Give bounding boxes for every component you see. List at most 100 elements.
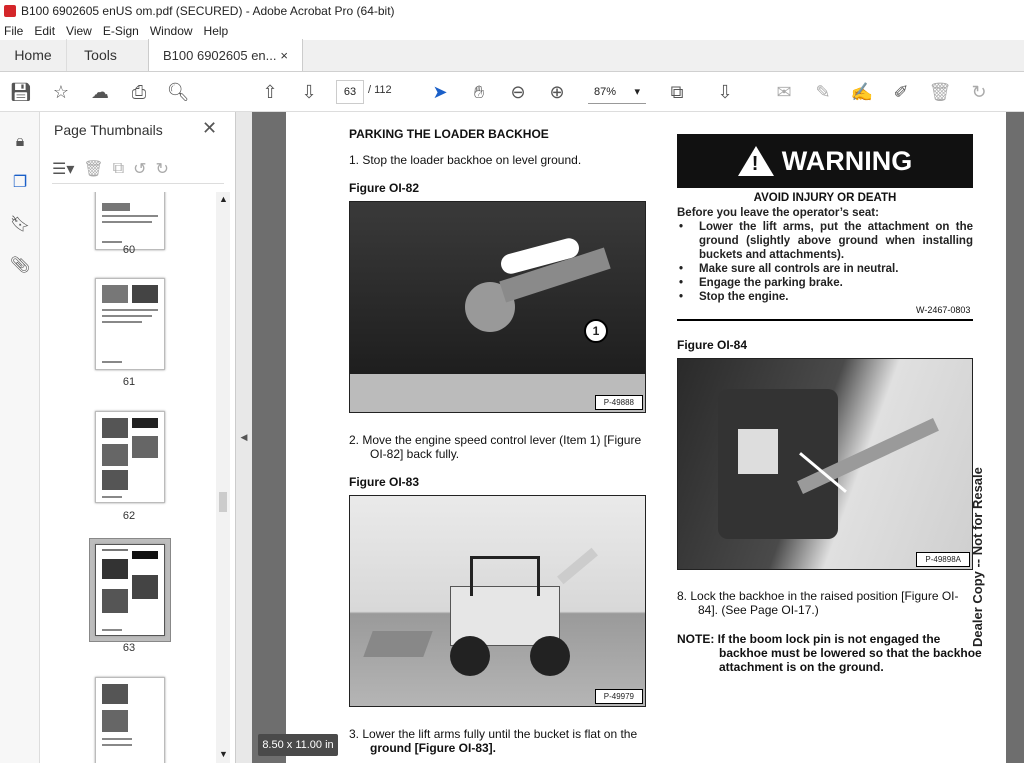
delete-icon[interactable]: 🗑︎ (928, 80, 952, 104)
photo-number: P-49888 (594, 395, 643, 410)
zoom-out-icon[interactable]: ⊖ (506, 80, 530, 104)
menu-file[interactable]: File (4, 24, 23, 38)
menu-window[interactable]: Window (150, 24, 193, 38)
warning-title: WARNING (781, 145, 913, 176)
thumbnail-page-63[interactable] (95, 544, 165, 636)
warning-subtitle: AVOID INJURY OR DEATH (753, 192, 897, 204)
scroll-mode-icon[interactable]: ⇩ (713, 80, 737, 104)
rotate-left-icon[interactable]: ↺ (133, 159, 146, 179)
tab-document-label: B100 6902605 en... (163, 47, 277, 63)
bookmark-icon[interactable]: 🔖︎ (8, 212, 32, 236)
thumbnail-scrollbar[interactable]: ▲ ▼ (216, 192, 230, 763)
attachment-icon[interactable]: 📎︎ (8, 253, 32, 277)
zoom-in-icon[interactable]: ⊕ (545, 80, 569, 104)
thumbnail-label: 60 (122, 244, 136, 256)
step-2-line-2: OI-82] back fully. (370, 447, 460, 461)
page-thumbnails-icon[interactable]: ❐ (8, 170, 32, 194)
left-rail: 🔒︎ ❐ 🔖︎ 📎︎ (0, 112, 40, 763)
scroll-up-icon[interactable]: ▲ (219, 194, 228, 204)
menu-help[interactable]: Help (204, 24, 229, 38)
main-toolbar: 💾︎ ☆ ☁ ⎙ 🔍︎ ⇧ ⇩ ➤ ✋︎ ⊖ ⊕ ⧉ ⇩ ✉ ✎ ✍ ✐ 🗑︎ … (0, 72, 1024, 112)
panel-toolbar: ☰▾ 🗑︎ ⧉ ↺ ↻ (52, 154, 224, 184)
warning-item: Lower the lift arms, put the attachment … (677, 220, 973, 262)
comment-icon[interactable]: ✉ (772, 80, 796, 104)
highlight-icon[interactable]: ✎ (811, 80, 835, 104)
chevron-down-icon: ▾ (634, 86, 640, 98)
menu-edit[interactable]: Edit (34, 24, 55, 38)
step-3-line-2: ground [Figure OI-83]. (370, 741, 496, 755)
figure-label: Figure OI-84 (677, 338, 748, 352)
hand-tool-icon[interactable]: ✋︎ (467, 80, 491, 104)
step-8-line-2: 84]. (See Page OI-17.) (698, 603, 819, 617)
page-display-icon[interactable]: ⧉ (665, 80, 689, 104)
zoom-select[interactable]: 87% ▾ (588, 80, 646, 104)
delete-page-icon[interactable]: 🗑︎ (83, 159, 103, 179)
photo-number: P-49979 (594, 689, 643, 704)
select-cursor-icon[interactable]: ➤ (428, 80, 452, 104)
note-line-3: attachment is on the ground. (719, 660, 884, 674)
figure-label: Figure OI-82 (349, 181, 420, 195)
document-page: PARKING THE LOADER BACKHOE 1. Stop the l… (286, 112, 1006, 763)
options-icon[interactable]: ☰▾ (52, 159, 74, 179)
search-icon[interactable]: 🔍︎ (166, 80, 190, 104)
collapse-panel-button[interactable]: ◀ (236, 112, 252, 763)
previous-page-icon[interactable]: ⇧ (258, 80, 282, 104)
note-line-1: NOTE: If the boom lock pin is not engage… (677, 632, 941, 646)
warning-icon: ! (737, 146, 774, 176)
star-icon[interactable]: ☆ (49, 80, 73, 104)
panel-title: Page Thumbnails (54, 122, 163, 138)
thumbnail-label: 61 (122, 376, 136, 388)
callout-marker: 1 (584, 319, 608, 343)
step-2-line-1: 2. Move the engine speed control lever (… (349, 433, 642, 447)
page-size-badge: 8.50 x 11.00 in (258, 734, 338, 756)
save-icon[interactable]: 💾︎ (9, 80, 33, 104)
figure-oi-82-photo: 1 P-49888 (349, 201, 646, 413)
section-heading: PARKING THE LOADER BACKHOE (349, 127, 549, 141)
close-icon[interactable]: ✕ (202, 118, 217, 139)
tab-close-icon[interactable]: × (280, 48, 288, 63)
photo-number: P-49898A (916, 552, 970, 567)
title-bar: B100 6902605 enUS om.pdf (SECURED) - Ado… (0, 0, 1024, 22)
thumbnail-list: 60 61 62 63 (40, 192, 218, 763)
rotate-icon[interactable]: ↻ (967, 80, 991, 104)
warning-intro: Before you leave the operator’s seat: (677, 207, 879, 219)
thumbnail-page-61[interactable] (95, 278, 165, 370)
menu-esign[interactable]: E-Sign (103, 24, 139, 38)
edit-pdf-icon[interactable]: ✐ (889, 80, 913, 104)
window-title: B100 6902605 enUS om.pdf (SECURED) - Ado… (21, 4, 395, 18)
thumbnail-page-60[interactable] (95, 192, 165, 250)
figure-label: Figure OI-83 (349, 475, 420, 489)
thumbnail-page-64[interactable] (95, 677, 165, 763)
lock-icon[interactable]: 🔒︎ (8, 130, 32, 154)
figure-oi-83-photo: P-49979 (349, 495, 646, 707)
warning-item: Stop the engine. (677, 290, 973, 304)
thumbnail-page-62[interactable] (95, 411, 165, 503)
print-icon[interactable]: ⎙ (127, 80, 151, 104)
zoom-value: 87% (594, 85, 617, 98)
rotate-right-icon[interactable]: ↻ (156, 159, 169, 179)
tab-document[interactable]: B100 6902605 en... × (148, 39, 303, 71)
step-3-line-1: 3. Lower the lift arms fully until the b… (349, 727, 638, 741)
next-page-icon[interactable]: ⇩ (297, 80, 321, 104)
note-line-2: backhoe must be lowered so that the back… (719, 646, 982, 660)
warning-item: Engage the parking brake. (677, 276, 973, 290)
warning-banner: ! WARNING (677, 134, 973, 188)
figure-oi-84-photo: P-49898A (677, 358, 973, 570)
scrollbar-thumb[interactable] (219, 492, 227, 512)
acrobat-app-icon (4, 5, 16, 17)
sign-icon[interactable]: ✍ (850, 80, 874, 104)
thumbnails-panel: Page Thumbnails ✕ ☰▾ 🗑︎ ⧉ ↺ ↻ 60 61 62 6… (40, 112, 236, 763)
warning-item: Make sure all controls are in neutral. (677, 262, 973, 276)
tab-tools[interactable]: Tools (66, 39, 134, 71)
tab-home[interactable]: Home (0, 39, 66, 71)
cloud-upload-icon[interactable]: ☁ (88, 80, 112, 104)
page-number-input[interactable]: 63 (336, 80, 364, 104)
warning-divider (677, 319, 973, 321)
extract-page-icon[interactable]: ⧉ (113, 160, 124, 178)
menu-view[interactable]: View (66, 24, 92, 38)
scroll-down-icon[interactable]: ▼ (219, 749, 228, 759)
step-1: 1. Stop the loader backhoe on level grou… (349, 153, 582, 167)
dealer-copy-watermark: Dealer Copy -- Not for Resale (970, 467, 985, 647)
page-total: / 112 (368, 84, 392, 96)
step-8-line-1: 8. Lock the backhoe in the raised positi… (677, 589, 959, 603)
